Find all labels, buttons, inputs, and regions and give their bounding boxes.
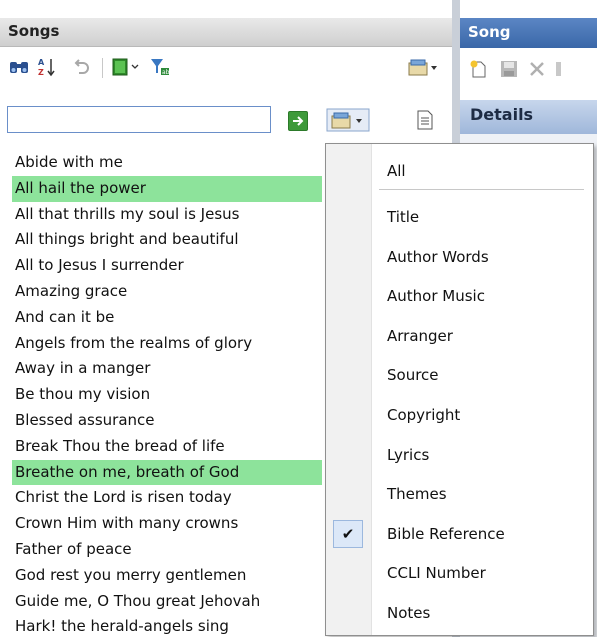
song-list-item[interactable]: All that thrills my soul is Jesus [12, 202, 322, 228]
binoculars-icon[interactable] [8, 56, 30, 78]
svg-text:Z: Z [38, 68, 44, 77]
menu-item-label: Lyrics [387, 445, 430, 464]
menu-item-bible-reference[interactable]: ✔ Bible Reference [326, 517, 593, 553]
song-list-item[interactable]: God rest you merry gentlemen [12, 563, 322, 589]
details-header: Details [460, 100, 597, 134]
svg-text:ab: ab [162, 69, 170, 76]
menu-item-notes[interactable]: Notes [326, 596, 593, 632]
menu-item-title[interactable]: Title [326, 200, 593, 236]
menu-item-label: Bible Reference [387, 524, 505, 543]
sort-az-icon[interactable]: A Z [37, 56, 57, 78]
songs-header: Songs [0, 18, 452, 47]
filter-fields-menu: All Title Author Words Author Music Arrange… [325, 143, 594, 636]
song-list: Abide with me All hail the power All that … [12, 150, 322, 637]
song-list-item[interactable]: All things bright and beautiful [12, 227, 322, 253]
song-list-item[interactable]: Crown Him with many crowns [12, 511, 322, 537]
menu-item-all[interactable]: All [326, 154, 593, 190]
more-icon[interactable] [554, 58, 564, 80]
book-icon[interactable] [110, 56, 140, 78]
svg-text:A: A [38, 58, 45, 67]
menu-item-arranger[interactable]: Arranger [326, 319, 593, 355]
song-list-item[interactable]: All hail the power [12, 175, 322, 202]
menu-item-label: Author Music [387, 287, 485, 306]
menu-item-author-music[interactable]: Author Music [326, 279, 593, 315]
song-list-item[interactable]: Amazing grace [12, 279, 322, 305]
menu-item-label: Copyright [387, 406, 461, 424]
clear-filter-icon[interactable]: ab [148, 56, 172, 78]
song-list-item[interactable]: Abide with me [12, 150, 322, 176]
menu-item-source[interactable]: Source [326, 358, 593, 394]
menu-item-author-words[interactable]: Author Words [326, 240, 593, 276]
song-list-item[interactable]: Be thou my vision [12, 382, 322, 408]
menu-item-themes[interactable]: Themes [326, 477, 593, 513]
song-list-item[interactable]: Father of peace [12, 537, 322, 563]
menu-item-label: All [387, 162, 406, 180]
menu-item-label: Themes [387, 485, 447, 504]
checkmark-icon: ✔ [333, 519, 363, 548]
song-list-item[interactable]: Christ the Lord is risen today [12, 485, 322, 511]
document-icon[interactable] [416, 110, 434, 130]
menu-item-label: CCLI Number [387, 564, 486, 583]
song-list-item[interactable]: Away in a manger [12, 356, 322, 382]
song-list-item[interactable]: Blessed assurance [12, 408, 322, 434]
song-list-item[interactable]: Breathe on me, breath of God [12, 459, 322, 486]
delete-icon[interactable] [526, 58, 548, 80]
menu-item-label: Notes [387, 604, 431, 622]
song-list-item[interactable]: Hark! the herald-angels sing [12, 614, 322, 637]
details-title: Details [470, 105, 534, 124]
menu-item-copyright[interactable]: Copyright [326, 398, 593, 434]
menu-item-label: Author Words [387, 247, 489, 266]
menu-item-ccli-number[interactable]: CCLI Number [326, 556, 593, 592]
song-toolbar [460, 50, 597, 90]
options-icon[interactable] [406, 56, 440, 78]
song-list-item[interactable]: Break Thou the bread of life [12, 434, 322, 460]
menu-separator [379, 189, 584, 190]
song-list-item[interactable]: Guide me, O Thou great Jehovah [12, 589, 322, 615]
song-panel-title: Song [468, 23, 511, 41]
filter-fields-icon[interactable] [326, 108, 370, 132]
songs-panel-title: Songs [8, 22, 60, 40]
go-arrow-icon[interactable] [288, 111, 308, 131]
undo-icon[interactable] [70, 56, 92, 78]
song-list-item[interactable]: All to Jesus I surrender [12, 253, 322, 279]
song-list-item[interactable]: And can it be [12, 305, 322, 331]
menu-item-label: Source [387, 366, 439, 385]
songs-toolbar: A Z ab [0, 48, 452, 88]
toolbar-separator [102, 58, 103, 78]
new-song-icon[interactable] [468, 58, 490, 80]
menu-item-label: Title [387, 208, 420, 226]
search-input[interactable] [7, 106, 271, 133]
song-header: Song [460, 18, 597, 48]
menu-item-lyrics[interactable]: Lyrics [326, 438, 593, 474]
search-row [0, 104, 452, 144]
song-list-item[interactable]: Angels from the realms of glory [12, 331, 322, 357]
save-icon[interactable] [498, 58, 520, 80]
menu-item-label: Arranger [387, 326, 453, 345]
